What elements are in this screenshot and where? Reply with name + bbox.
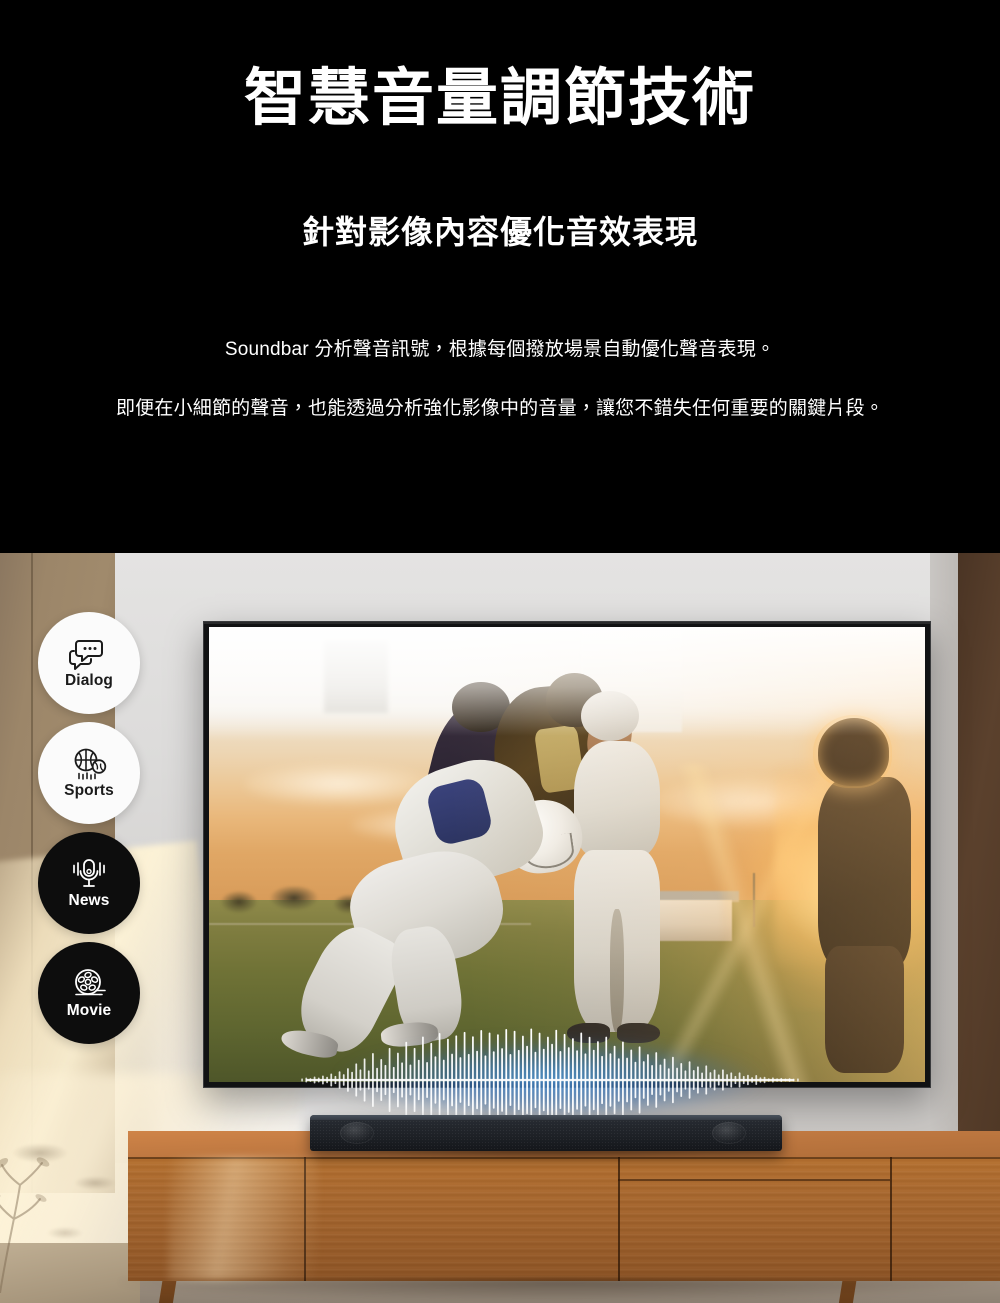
speech-bubbles-icon <box>69 639 103 670</box>
wall-right-edge <box>930 553 958 1213</box>
soundbar <box>310 1115 782 1151</box>
player-white-jersey <box>574 740 661 860</box>
microphone-icon <box>73 858 105 887</box>
sound-mode-sports[interactable]: Sports <box>38 722 140 824</box>
console-front <box>128 1157 1000 1281</box>
branch-silhouette-icon <box>0 1157 50 1293</box>
console-light-highlight <box>168 1157 318 1281</box>
sound-mode-news[interactable]: News <box>38 832 140 934</box>
console-panel-seam <box>618 1157 620 1281</box>
basketball-icon <box>74 748 107 780</box>
soundbar-grille <box>310 1120 782 1151</box>
page-subtitle: 針對影像內容優化音效表現 <box>301 214 698 250</box>
hero-body-line-2: 即便在小細節的聲音，也能透過分析強化影像中的音量，讓您不錯失任何重要的關鍵片段。 <box>115 398 884 420</box>
console-panel-seam <box>890 1157 892 1281</box>
film-reel-icon <box>75 968 106 996</box>
sound-mode-label: Dialog <box>65 671 113 689</box>
television <box>203 621 931 1088</box>
sound-mode-label: Movie <box>66 1001 112 1019</box>
background-building <box>323 640 388 714</box>
helmet-rim-light <box>813 715 892 788</box>
sound-mode-dialog[interactable]: Dialog <box>38 612 140 714</box>
player-leg-gap <box>609 909 625 1032</box>
room-photo-section: Dialog Sports News Movie <box>0 553 1000 1303</box>
player-helmet <box>581 690 639 741</box>
page-title: 智慧音量調節技術 <box>243 64 756 133</box>
sound-mode-badge-list: Dialog Sports News Movie <box>0 553 200 1073</box>
console-drawer-line <box>618 1179 890 1181</box>
hero-body: Soundbar 分析聲音訊號，根據每個撥放場景自動優化聲音表現。 即便在小細節… <box>0 335 1000 424</box>
player-backlit-body <box>817 777 911 969</box>
sound-mode-movie[interactable]: Movie <box>38 942 140 1044</box>
console-floor-shadow <box>120 1279 1000 1301</box>
promo-page: 智慧音量調節技術 針對影像內容優化音效表現 Soundbar 分析聲音訊號，根據… <box>0 0 1000 1303</box>
tv-screen <box>209 627 925 1082</box>
tv-bezel <box>209 627 925 1082</box>
player-backlit-legs <box>824 945 904 1073</box>
soundbar-driver-right <box>712 1122 746 1144</box>
sound-mode-label: Sports <box>64 781 114 799</box>
hero-body-line-1: Soundbar 分析聲音訊號，根據每個撥放場景自動優化聲音表現。 <box>224 339 776 360</box>
hero-text-section: 智慧音量調節技術 針對影像內容優化音效表現 Soundbar 分析聲音訊號，根據… <box>0 0 1000 553</box>
sound-mode-label: News <box>68 891 110 909</box>
wall-right-dark-column <box>958 553 1000 1213</box>
soundbar-driver-left <box>340 1122 374 1144</box>
